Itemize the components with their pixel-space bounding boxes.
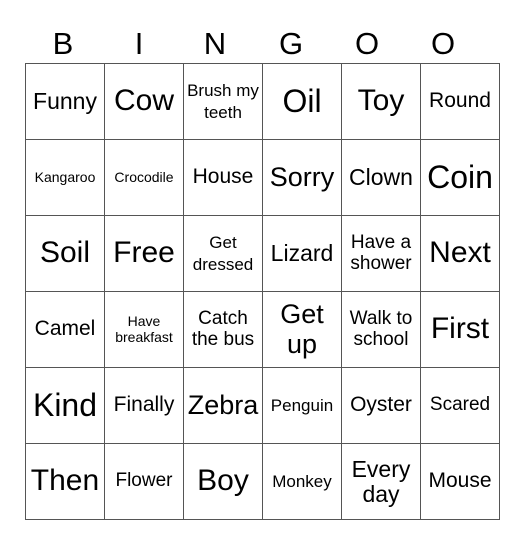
bingo-cell: Finally bbox=[104, 367, 184, 444]
bingo-cell: Funny bbox=[25, 63, 105, 140]
header-letter: N bbox=[203, 26, 227, 61]
grid-row: Kind Finally Zebra Penguin Oyster Scared bbox=[25, 367, 500, 444]
bingo-cell: Get dressed bbox=[183, 215, 263, 292]
grid-row: Then Flower Boy Monkey Every day Mouse bbox=[25, 443, 500, 520]
bingo-cell: Kind bbox=[25, 367, 105, 444]
bingo-cell: Brush my teeth bbox=[183, 63, 263, 140]
bingo-cell: Toy bbox=[341, 63, 421, 140]
bingo-cell: Every day bbox=[341, 443, 421, 520]
bingo-cell: Scared bbox=[420, 367, 500, 444]
grid-row: Funny Cow Brush my teeth Oil Toy Round bbox=[25, 63, 500, 140]
grid-row: Kangaroo Crocodile House Sorry Clown Coi… bbox=[25, 139, 500, 216]
header-letter: G bbox=[278, 26, 304, 61]
bingo-cell: Flower bbox=[104, 443, 184, 520]
bingo-cell: Cow bbox=[104, 63, 184, 140]
bingo-cell: Penguin bbox=[262, 367, 342, 444]
bingo-header: B I N G O O bbox=[25, 26, 481, 62]
header-letter: O bbox=[354, 26, 380, 61]
grid-row: Soil Free Get dressed Lizard Have a show… bbox=[25, 215, 500, 292]
bingo-cell: Oil bbox=[262, 63, 342, 140]
bingo-cell: Then bbox=[25, 443, 105, 520]
bingo-cell: Camel bbox=[25, 291, 105, 368]
bingo-cell: Zebra bbox=[183, 367, 263, 444]
bingo-cell: Mouse bbox=[420, 443, 500, 520]
bingo-cell: Have breakfast bbox=[104, 291, 184, 368]
bingo-cell: Boy bbox=[183, 443, 263, 520]
bingo-cell: Walk to school bbox=[341, 291, 421, 368]
bingo-cell: Free bbox=[104, 215, 184, 292]
bingo-cell: Next bbox=[420, 215, 500, 292]
bingo-cell: Clown bbox=[341, 139, 421, 216]
bingo-cell: Catch the bus bbox=[183, 291, 263, 368]
bingo-cell: Coin bbox=[420, 139, 500, 216]
header-letter: B bbox=[52, 26, 74, 61]
bingo-cell: Oyster bbox=[341, 367, 421, 444]
bingo-cell: Soil bbox=[25, 215, 105, 292]
header-letter: I bbox=[134, 26, 144, 61]
bingo-grid: Funny Cow Brush my teeth Oil Toy Round K… bbox=[25, 63, 500, 520]
bingo-cell: First bbox=[420, 291, 500, 368]
grid-row: Camel Have breakfast Catch the bus Get u… bbox=[25, 291, 500, 368]
bingo-cell: Lizard bbox=[262, 215, 342, 292]
bingo-cell: Kangaroo bbox=[25, 139, 105, 216]
bingo-cell: Sorry bbox=[262, 139, 342, 216]
bingo-cell: Have a shower bbox=[341, 215, 421, 292]
bingo-cell: House bbox=[183, 139, 263, 216]
header-letter: O bbox=[430, 26, 456, 61]
bingo-cell: Crocodile bbox=[104, 139, 184, 216]
bingo-cell: Get up bbox=[262, 291, 342, 368]
bingo-cell: Monkey bbox=[262, 443, 342, 520]
bingo-cell: Round bbox=[420, 63, 500, 140]
